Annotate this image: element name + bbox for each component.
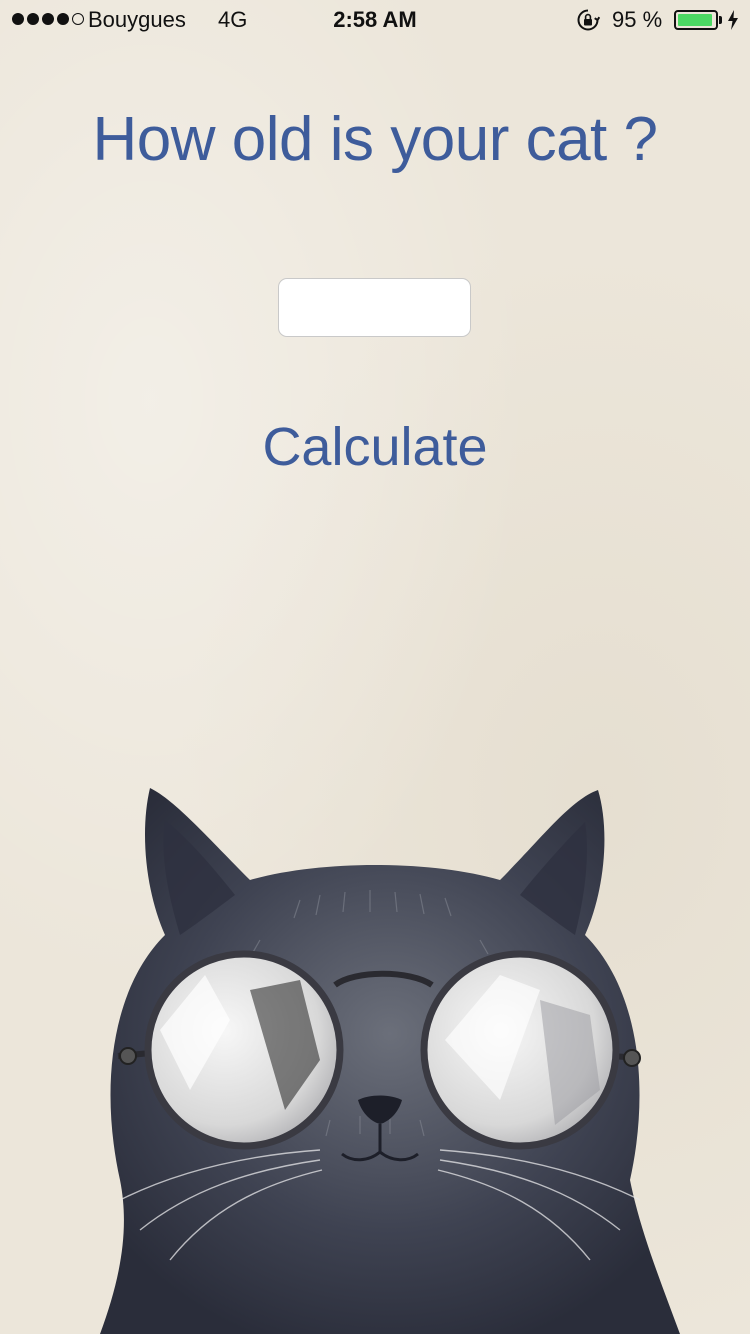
status-bar: Bouygues 4G 2:58 AM 95 %: [0, 0, 750, 40]
bolt-icon: [728, 10, 738, 30]
page-title: How old is your cat ?: [92, 105, 658, 174]
cat-with-glasses-image: [100, 788, 680, 1334]
battery-level-fill: [678, 14, 713, 26]
calculate-button[interactable]: Calculate: [225, 412, 525, 482]
battery-icon: [674, 10, 718, 30]
orientation-lock-icon: [577, 9, 600, 31]
battery-tip: [719, 16, 722, 24]
cat-age-input[interactable]: [278, 278, 471, 337]
battery-percentage: 95 %: [612, 7, 663, 32]
